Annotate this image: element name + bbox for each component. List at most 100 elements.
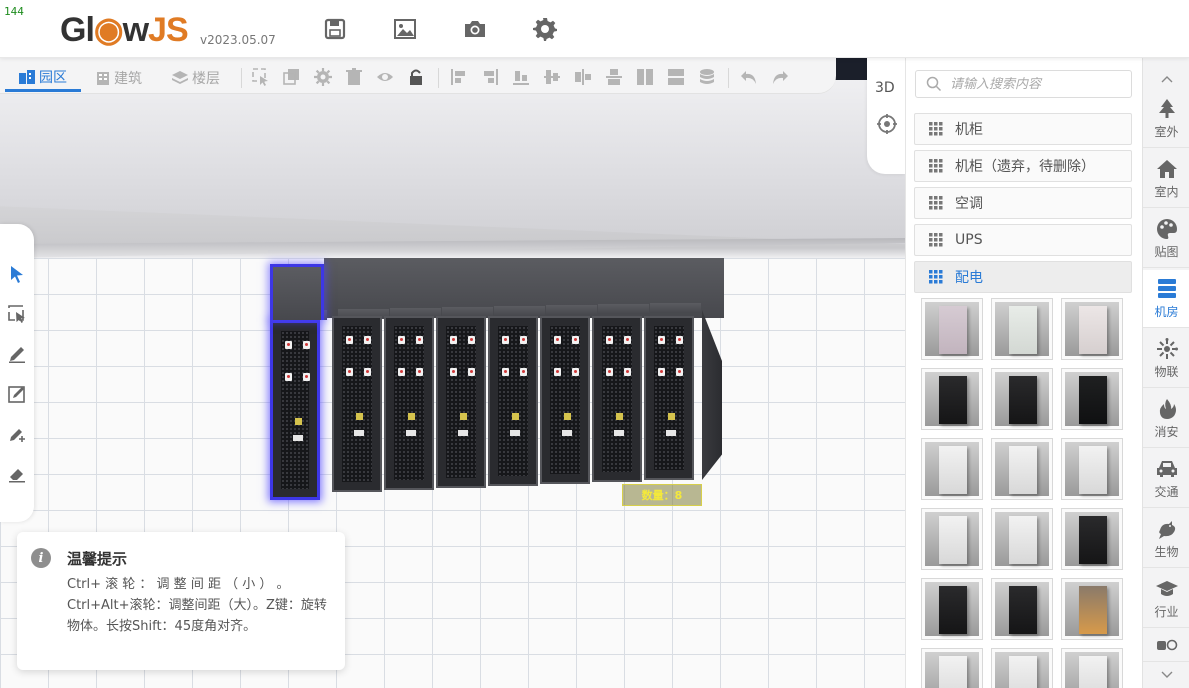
- search-input[interactable]: [950, 76, 1130, 92]
- model-thumbnail[interactable]: [1061, 298, 1123, 360]
- align-rows-icon[interactable]: [667, 68, 685, 86]
- model-thumbnail[interactable]: [1061, 578, 1123, 640]
- category-item[interactable]: UPS: [914, 224, 1132, 256]
- lock-icon[interactable]: [407, 68, 425, 86]
- cabinet-sticker: [564, 413, 571, 420]
- eraser-icon[interactable]: [7, 464, 27, 484]
- cabinet-sticker: [668, 413, 675, 420]
- cabinet-preview: [1079, 446, 1107, 494]
- category-item[interactable]: 机柜（遗弃，待删除）: [914, 150, 1132, 182]
- save-icon[interactable]: [322, 16, 348, 42]
- select-tool-icon[interactable]: [7, 304, 27, 324]
- align-right-icon[interactable]: [481, 68, 499, 86]
- sidebar-item[interactable]: 交通: [1143, 450, 1189, 508]
- reset-view-icon[interactable]: [877, 114, 897, 138]
- model-thumbnail[interactable]: [921, 438, 983, 500]
- tab-park[interactable]: 园区: [5, 64, 81, 92]
- gear-icon[interactable]: [314, 68, 332, 86]
- cabinet-slot: [293, 435, 303, 441]
- category-item[interactable]: 空调: [914, 187, 1132, 219]
- cabinet-preview: [939, 306, 967, 354]
- scroll-up-icon[interactable]: [1143, 68, 1189, 90]
- cabinet-indicator: [554, 368, 561, 376]
- model-thumbnail[interactable]: [991, 438, 1053, 500]
- cabinet-row[interactable]: [262, 250, 724, 500]
- scroll-down-icon[interactable]: [1143, 664, 1189, 686]
- app-root: 数量：8 144 Gl◉wJS v2023.05.07 园区 建筑 楼层 3D …: [0, 0, 1189, 688]
- cabinet-indicator: [658, 368, 665, 376]
- model-thumbnail[interactable]: [1061, 508, 1123, 570]
- more-categories-icon[interactable]: [1143, 630, 1189, 662]
- cabinet-preview: [939, 586, 967, 634]
- distribute-h-icon[interactable]: [574, 68, 592, 86]
- eye-icon[interactable]: [376, 68, 394, 86]
- align-bottom-icon[interactable]: [512, 68, 530, 86]
- sidebar-item[interactable]: 生物: [1143, 510, 1189, 568]
- model-thumbnail[interactable]: [921, 508, 983, 570]
- model-thumbnail[interactable]: [921, 298, 983, 360]
- left-tool-strip: [0, 224, 34, 522]
- cabinet-indicator: [346, 336, 353, 344]
- model-thumbnail[interactable]: [921, 648, 983, 688]
- model-thumbnail[interactable]: [1061, 368, 1123, 430]
- copy-icon[interactable]: [283, 68, 301, 86]
- category-item[interactable]: 机柜: [914, 113, 1132, 145]
- cabinet-slot: [458, 430, 468, 436]
- add-point-icon[interactable]: [7, 424, 27, 444]
- pointer-icon[interactable]: [7, 264, 27, 284]
- model-thumbnail[interactable]: [991, 648, 1053, 688]
- category-sidebar: 室外 室内 贴图 机房 物联 消安 交通 生物 行业: [1142, 58, 1189, 688]
- model-thumbnail[interactable]: [991, 298, 1053, 360]
- camera-icon[interactable]: [462, 16, 488, 42]
- search-box[interactable]: [915, 70, 1132, 98]
- sidebar-item[interactable]: 消安: [1143, 390, 1189, 448]
- image-icon[interactable]: [392, 16, 418, 42]
- redo-icon[interactable]: [771, 68, 789, 86]
- align-center-h-icon[interactable]: [543, 68, 561, 86]
- model-thumbnail[interactable]: [921, 578, 983, 640]
- selected-cabinet-top[interactable]: [270, 264, 324, 320]
- sidebar-item[interactable]: 贴图: [1143, 210, 1189, 268]
- model-thumbnail[interactable]: [1061, 438, 1123, 500]
- stack-icon[interactable]: [698, 68, 716, 86]
- cabinet[interactable]: [270, 320, 320, 500]
- palette-icon: [1156, 218, 1177, 239]
- cabinet[interactable]: [540, 316, 590, 484]
- sidebar-item[interactable]: 行业: [1143, 570, 1189, 628]
- sidebar-item[interactable]: 机房: [1143, 270, 1189, 328]
- toggle-3d-button[interactable]: 3D: [875, 80, 895, 96]
- model-thumbnail[interactable]: [991, 508, 1053, 570]
- cabinet-indicator: [416, 368, 423, 376]
- cabinet-indicator: [364, 368, 371, 376]
- cabinet-indicator: [502, 368, 509, 376]
- align-columns-icon[interactable]: [636, 68, 654, 86]
- model-thumbnail[interactable]: [1061, 648, 1123, 688]
- cabinet-sticker: [460, 413, 467, 420]
- cabinet[interactable]: [436, 316, 486, 488]
- toolbar-divider: [438, 68, 439, 88]
- tips-box: i 温馨提示 Ctrl+ 滚 轮 ： 调 整 间 距 （ 小 ） 。 Ctrl+…: [17, 532, 345, 670]
- settings-icon[interactable]: [532, 16, 558, 42]
- cabinet[interactable]: [332, 316, 382, 492]
- model-thumbnail[interactable]: [921, 368, 983, 430]
- align-left-icon[interactable]: [450, 68, 468, 86]
- model-thumbnail[interactable]: [991, 578, 1053, 640]
- cabinet[interactable]: [592, 316, 642, 482]
- undo-icon[interactable]: [740, 68, 758, 86]
- cabinet-indicator: [450, 336, 457, 344]
- pen-icon[interactable]: [7, 344, 27, 364]
- cabinet[interactable]: [384, 316, 434, 490]
- sidebar-item[interactable]: 物联: [1143, 330, 1189, 388]
- category-item[interactable]: 配电: [914, 261, 1132, 293]
- select-box-icon[interactable]: [252, 68, 270, 86]
- model-thumbnail[interactable]: [991, 368, 1053, 430]
- tab-floor[interactable]: 楼层: [172, 64, 220, 92]
- sidebar-item[interactable]: 室外: [1143, 90, 1189, 148]
- sidebar-item[interactable]: 室内: [1143, 150, 1189, 208]
- cabinet[interactable]: [644, 316, 694, 480]
- tab-building[interactable]: 建筑: [96, 64, 142, 92]
- edit-box-icon[interactable]: [7, 384, 27, 404]
- cabinet[interactable]: [488, 316, 538, 486]
- trash-icon[interactable]: [345, 68, 363, 86]
- distribute-v-icon[interactable]: [605, 68, 623, 86]
